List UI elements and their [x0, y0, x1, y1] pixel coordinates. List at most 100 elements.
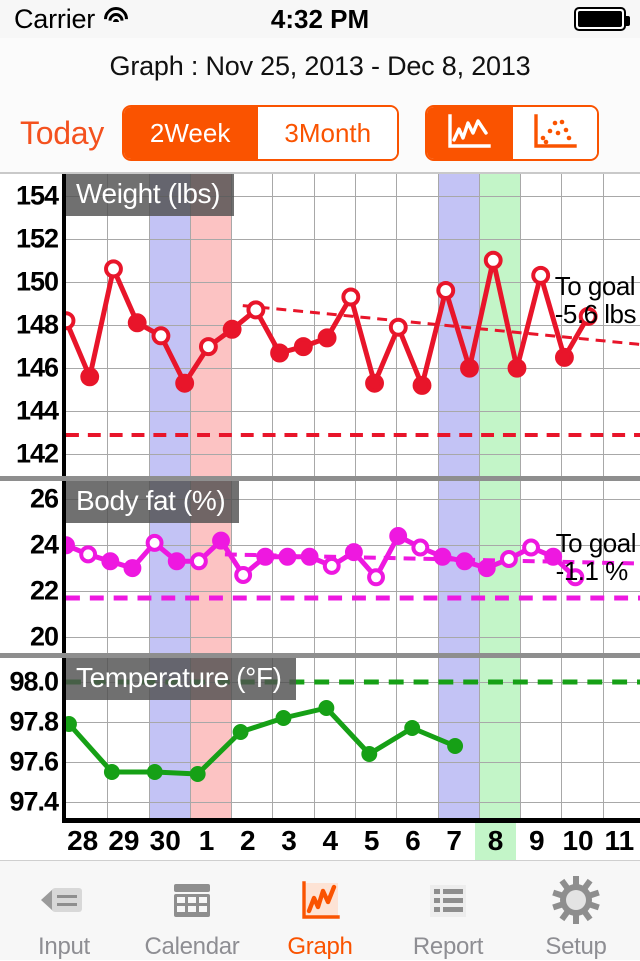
data-point	[361, 746, 377, 762]
tab-label-graph: Graph	[287, 933, 352, 961]
tab-graph[interactable]: Graph	[256, 861, 384, 961]
calendar-icon	[163, 871, 221, 929]
data-point	[343, 290, 358, 305]
axis-tick: 20	[30, 621, 58, 652]
x-axis-label: 1	[199, 825, 215, 857]
data-point	[438, 283, 453, 298]
data-point	[458, 554, 472, 568]
page-title: Graph : Nov 25, 2013 - Dec 8, 2013	[0, 38, 640, 94]
data-point	[510, 361, 525, 376]
data-point	[320, 330, 335, 345]
data-point	[258, 550, 272, 564]
status-bar-time: 4:32 PM	[0, 4, 640, 35]
axis-tick: 97.4	[9, 787, 58, 818]
x-axis-label: 2	[240, 825, 256, 857]
segment-line-chart[interactable]	[427, 107, 513, 159]
axis-tick: 144	[16, 396, 58, 427]
data-point	[436, 550, 450, 564]
axis-tick: 150	[16, 266, 58, 297]
segment-scatter-chart[interactable]	[513, 107, 597, 159]
tab-label-setup: Setup	[545, 933, 606, 961]
data-point	[281, 550, 295, 564]
axis-tick: 24	[30, 530, 58, 561]
data-point	[367, 376, 382, 391]
x-axis-label: 5	[364, 825, 380, 857]
bodyfat-plot-area[interactable]: Body fat (%) To goal -1.1 %	[62, 481, 640, 653]
chart-panel-temperature[interactable]: 98.097.897.697.4 Temperature (°F)	[0, 658, 640, 818]
data-point	[480, 561, 494, 575]
x-axis-label: 6	[405, 825, 421, 857]
axis-tick: 97.6	[9, 747, 58, 778]
axis-tick: 146	[16, 353, 58, 384]
axis-tick: 142	[16, 439, 58, 470]
temperature-y-axis-labels: 98.097.897.697.4	[0, 658, 62, 818]
data-point	[236, 568, 250, 582]
axis-tick: 26	[30, 484, 58, 515]
data-point	[201, 339, 216, 354]
data-point	[106, 261, 121, 276]
data-point	[153, 328, 168, 343]
x-axis-label: 29	[108, 825, 139, 857]
tab-setup[interactable]: Setup	[512, 861, 640, 961]
data-point	[391, 529, 405, 543]
tab-label-calendar: Calendar	[145, 933, 240, 961]
segment-3month[interactable]: 3Month	[258, 107, 397, 159]
data-point	[347, 545, 361, 559]
axis-tick: 152	[16, 223, 58, 254]
chart-panel-bodyfat[interactable]: 26 24 22 20 Body fat (%) To goal -1.1 %	[0, 481, 640, 653]
tab-calendar[interactable]: Calendar	[128, 861, 256, 961]
graph-icon	[291, 871, 349, 929]
x-axis-label: 28	[67, 825, 98, 857]
data-point	[177, 376, 192, 391]
data-point	[557, 350, 572, 365]
data-point	[82, 369, 97, 384]
data-point	[318, 700, 334, 716]
segment-2week[interactable]: 2Week	[124, 107, 258, 159]
scatter-chart-icon	[531, 113, 579, 153]
data-point	[447, 738, 463, 754]
axis-tick: 22	[30, 576, 58, 607]
axis-tick: 98.0	[9, 667, 58, 698]
panel-separator-2	[0, 653, 640, 658]
line-chart-icon	[445, 113, 493, 153]
temperature-plot-area[interactable]: Temperature (°F)	[62, 658, 640, 818]
axis-tick: 154	[16, 180, 58, 211]
data-point	[404, 720, 420, 736]
battery-icon	[574, 7, 626, 31]
data-point	[524, 541, 538, 555]
data-point	[462, 361, 477, 376]
data-point	[104, 764, 120, 780]
data-point	[170, 554, 184, 568]
data-point	[62, 538, 73, 552]
tab-report[interactable]: Report	[384, 861, 512, 961]
data-point	[81, 547, 95, 561]
data-point	[62, 313, 73, 328]
tab-bar: Input Calendar Graph R	[0, 860, 640, 960]
data-point	[325, 559, 339, 573]
tab-label-report: Report	[413, 933, 483, 961]
data-point	[415, 378, 430, 393]
data-point	[233, 724, 249, 740]
x-axis-label: 3	[281, 825, 297, 857]
weight-panel-title: Weight (lbs)	[66, 174, 234, 216]
data-point	[103, 554, 117, 568]
data-point	[125, 561, 139, 575]
data-point	[214, 534, 228, 548]
x-axis-label: 30	[150, 825, 181, 857]
data-point	[130, 315, 145, 330]
chart-panel-weight[interactable]: 154152150148146144142 Weight (lbs) To go…	[0, 174, 640, 476]
bodyfat-y-axis-labels: 26 24 22 20	[0, 481, 62, 653]
data-point	[225, 322, 240, 337]
bodyfat-goal-label: To goal -1.1 %	[556, 529, 636, 585]
x-axis-label: 10	[562, 825, 593, 857]
weight-plot-area[interactable]: Weight (lbs) To goal -5.6 lbs	[62, 174, 640, 476]
tab-input[interactable]: Input	[0, 861, 128, 961]
data-point	[533, 268, 548, 283]
report-icon	[419, 871, 477, 929]
charts-container: 154152150148146144142 Weight (lbs) To go…	[0, 172, 640, 820]
data-point	[272, 346, 287, 361]
today-button[interactable]: Today	[12, 115, 114, 152]
x-axis-label: 4	[323, 825, 339, 857]
controls-row: Today 2Week 3Month	[0, 94, 640, 172]
x-axis-label: 8	[488, 825, 504, 857]
